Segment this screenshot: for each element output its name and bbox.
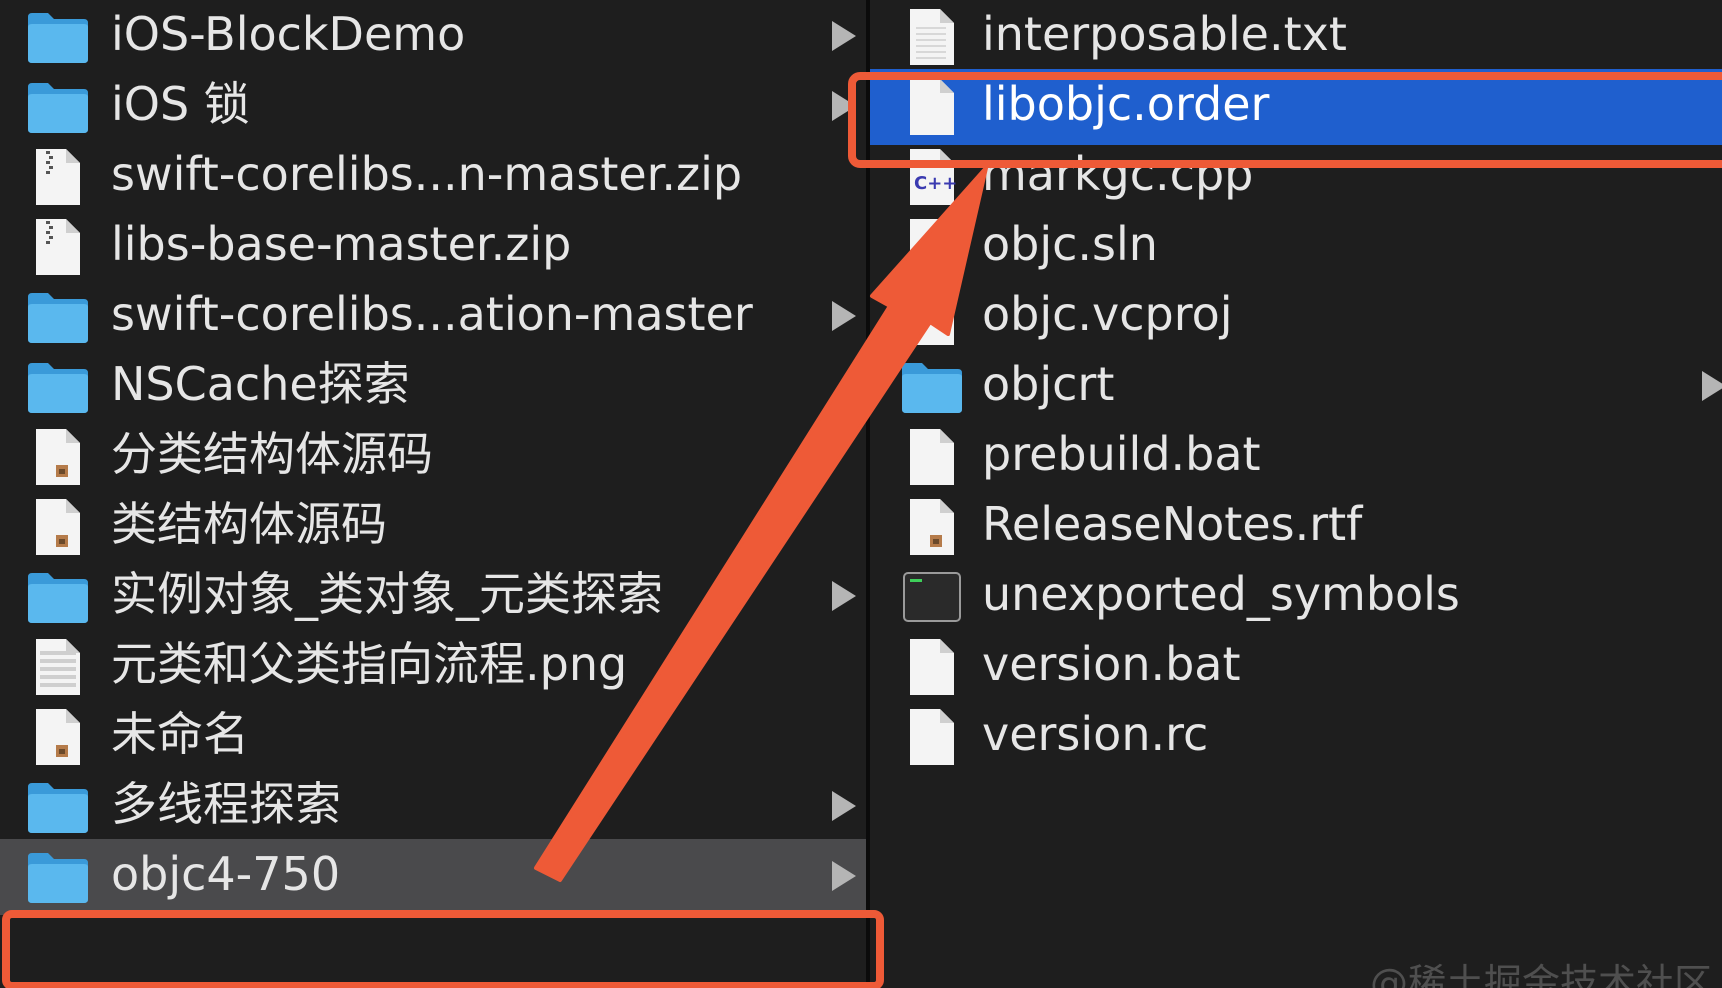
finder-column-view: iOS-BlockDemo iOS 锁 swift-corelibs...n-mas… [0, 0, 1722, 988]
right-column-item[interactable]: objc.vcproj [870, 279, 1722, 355]
right-column-item-label: version.rc [982, 707, 1209, 761]
blank-file-icon [900, 77, 964, 141]
folder-icon [900, 357, 964, 421]
left-column-item[interactable]: 类结构体源码 [0, 489, 866, 565]
disclosure-chevron-icon[interactable] [832, 21, 856, 51]
left-column-item-label: objc4-750 [111, 847, 341, 901]
left-column-item-label: 类结构体源码 [111, 497, 387, 551]
rich-document-icon [900, 497, 964, 561]
cpp-file-icon: C++ [900, 147, 964, 211]
right-column-item[interactable]: prebuild.bat [870, 419, 1722, 495]
right-column[interactable]: interposable.txt libobjc.order C++ markgc.c… [870, 0, 1722, 988]
right-column-item[interactable]: unexported_symbols [870, 559, 1722, 635]
blank-file-icon [900, 287, 964, 351]
blank-file-icon [900, 427, 964, 491]
left-column-item-label: NSCache探索 [111, 357, 410, 411]
rich-document-icon [26, 427, 90, 491]
left-column[interactable]: iOS-BlockDemo iOS 锁 swift-corelibs...n-mas… [0, 0, 866, 988]
left-column-item[interactable]: objc4-750 [0, 839, 866, 915]
zip-file-icon [26, 147, 90, 211]
right-column-item[interactable]: interposable.txt [870, 0, 1722, 75]
disclosure-chevron-icon[interactable] [832, 861, 856, 891]
disclosure-chevron-icon[interactable] [832, 581, 856, 611]
left-column-item[interactable]: 分类结构体源码 [0, 419, 866, 495]
folder-icon [26, 357, 90, 421]
left-column-item[interactable]: 未命名 [0, 699, 866, 775]
left-column-item[interactable]: swift-corelibs...n-master.zip [0, 139, 866, 215]
left-column-item[interactable]: NSCache探索 [0, 349, 866, 425]
left-column-item-label: 分类结构体源码 [111, 427, 433, 481]
left-column-item-label: libs-base-master.zip [111, 217, 572, 271]
blank-file-icon [900, 217, 964, 281]
right-column-item-label: objc.vcproj [982, 287, 1233, 341]
disclosure-chevron-icon[interactable] [832, 91, 856, 121]
right-column-item[interactable]: version.rc [870, 699, 1722, 775]
left-column-item-label: 多线程探索 [111, 777, 341, 831]
left-column-item[interactable]: libs-base-master.zip [0, 209, 866, 285]
right-column-item[interactable]: libobjc.order [870, 69, 1722, 145]
folder-icon [26, 777, 90, 841]
left-column-item[interactable]: swift-corelibs...ation-master [0, 279, 866, 355]
left-column-item[interactable]: iOS 锁 [0, 69, 866, 145]
right-column-item-label: version.bat [982, 637, 1241, 691]
right-column-item-label: unexported_symbols [982, 567, 1460, 621]
right-column-item-label: ReleaseNotes.rtf [982, 497, 1363, 551]
folder-icon [26, 567, 90, 631]
left-column-item[interactable]: 多线程探索 [0, 769, 866, 845]
blank-file-icon [900, 637, 964, 701]
right-column-item-label: prebuild.bat [982, 427, 1261, 481]
folder-icon [26, 287, 90, 351]
watermark: @稀土掘金技术社区 [1370, 961, 1713, 988]
text-file-icon [900, 7, 964, 71]
left-column-item-label: swift-corelibs...ation-master [111, 287, 753, 341]
image-file-icon [26, 637, 90, 701]
folder-icon [26, 77, 90, 141]
right-column-item-label: objc.sln [982, 217, 1158, 271]
disclosure-chevron-icon[interactable] [1702, 371, 1722, 401]
terminal-file-icon [900, 567, 964, 631]
zip-file-icon [26, 217, 90, 281]
right-column-item-label: interposable.txt [982, 7, 1347, 61]
left-column-item-label: 实例对象_类对象_元类探索 [111, 567, 663, 621]
left-column-item-label: 未命名 [111, 707, 249, 761]
folder-icon [26, 7, 90, 71]
right-column-item[interactable]: C++ markgc.cpp [870, 139, 1722, 215]
right-column-item[interactable]: ReleaseNotes.rtf [870, 489, 1722, 565]
blank-file-icon [900, 707, 964, 771]
right-column-item-label: markgc.cpp [982, 147, 1254, 201]
left-column-item-label: 元类和父类指向流程.png [111, 637, 628, 691]
left-column-item[interactable]: 元类和父类指向流程.png [0, 629, 866, 705]
folder-icon [26, 847, 90, 911]
left-column-item-label: iOS 锁 [111, 77, 250, 131]
right-column-item[interactable]: objc.sln [870, 209, 1722, 285]
right-column-item[interactable]: objcrt [870, 349, 1722, 425]
left-column-item[interactable]: 实例对象_类对象_元类探索 [0, 559, 866, 635]
right-column-item-label: libobjc.order [982, 77, 1270, 131]
right-column-item[interactable]: version.bat [870, 629, 1722, 705]
svg-text:C++: C++ [914, 173, 957, 194]
left-column-item[interactable]: iOS-BlockDemo [0, 0, 866, 75]
rich-document-icon [26, 497, 90, 561]
right-column-item-label: objcrt [982, 357, 1115, 411]
rich-document-icon [26, 707, 90, 771]
disclosure-chevron-icon[interactable] [832, 301, 856, 331]
disclosure-chevron-icon[interactable] [832, 791, 856, 821]
left-column-item-label: iOS-BlockDemo [111, 7, 466, 61]
left-column-item-label: swift-corelibs...n-master.zip [111, 147, 743, 201]
